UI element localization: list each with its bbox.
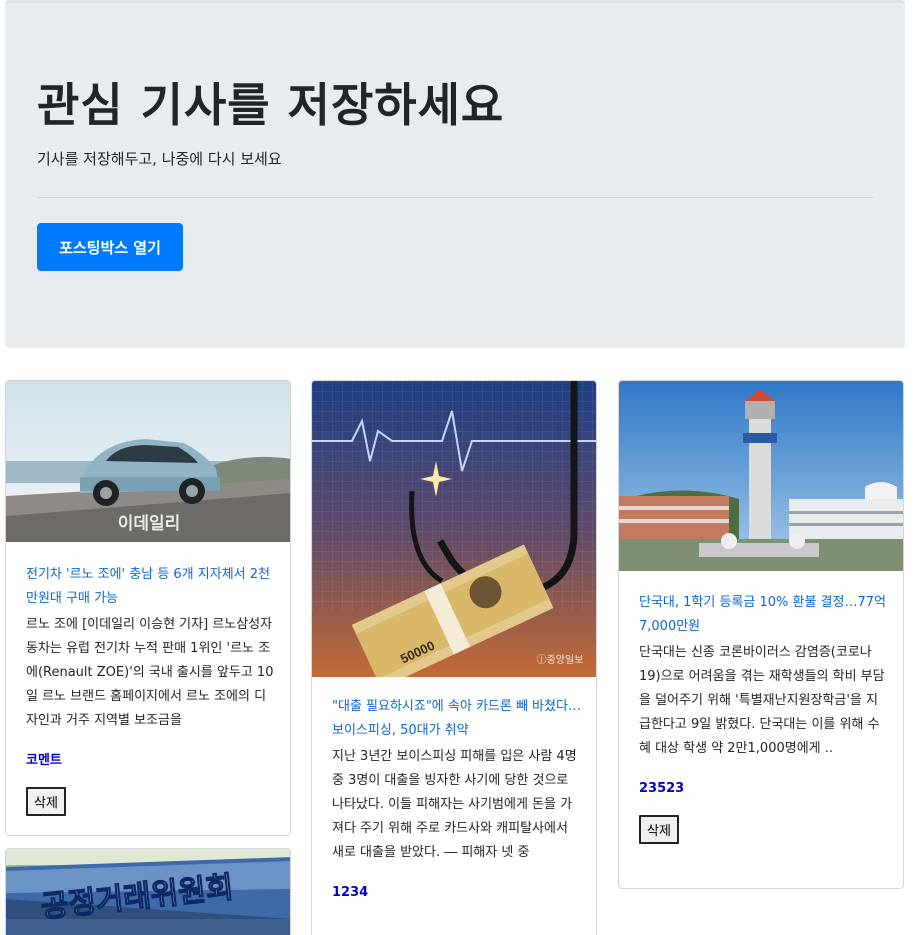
article-title-link[interactable]: 전기차 '르노 조에' 충남 등 6개 지자체서 2천만원대 구매 가능 xyxy=(26,563,276,611)
article-title-link[interactable]: 단국대, 1학기 등록금 10% 환불 결정…77억7,000만원 xyxy=(639,591,889,639)
car-photo-image: 이데일리 xyxy=(6,381,290,542)
article-card: 단국대, 1학기 등록금 10% 환불 결정…77억7,000만원 단국대는 신… xyxy=(618,380,904,889)
article-title-link[interactable]: "대출 필요하시죠"에 속아 카드론 빼 바쳤다…보이스피싱, 50대가 취약 xyxy=(332,695,582,743)
article-card: 이데일리 전기차 '르노 조에' 충남 등 6개 지자체서 2천만원대 구매 가… xyxy=(5,380,291,836)
article-comment[interactable]: 코멘트 xyxy=(26,751,276,771)
article-card: 공정거래위원회 xyxy=(5,848,291,935)
delete-button[interactable]: 삭제 xyxy=(26,787,66,816)
hero-subtitle: 기사를 저장해두고, 나중에 다시 보세요 xyxy=(37,150,282,168)
article-description: 르노 조에 [이데일리 이승현 기자] 르노삼성자동차는 유럽 전기차 누적 판… xyxy=(26,617,274,728)
article-thumbnail[interactable]: 공정거래위원회 xyxy=(6,849,290,935)
article-description: 지난 3년간 보이스피싱 피해를 입은 사람 4명 중 3명이 대출을 빙자한 … xyxy=(332,749,577,860)
article-body: "대출 필요하시죠"에 속아 카드론 빼 바쳤다…보이스피싱, 50대가 취약 … xyxy=(332,695,582,903)
article-body: 전기차 '르노 조에' 충남 등 6개 지자체서 2천만원대 구매 가능 르노 … xyxy=(26,563,276,816)
article-thumbnail[interactable]: 이데일리 xyxy=(6,381,290,542)
delete-button[interactable]: 삭제 xyxy=(639,815,679,844)
hero-title: 관심 기사를 저장하세요 xyxy=(37,78,505,132)
campus-photo-image xyxy=(619,381,903,571)
article-comment[interactable]: 1234 xyxy=(332,883,582,903)
image-watermark: ⓙ중앙일보 xyxy=(537,654,584,666)
phishing-illustration-image: 50000 ⓙ중앙일보 xyxy=(312,381,596,677)
article-thumbnail[interactable] xyxy=(619,381,903,571)
ftc-building-image: 공정거래위원회 xyxy=(6,849,290,935)
article-description: 단국대는 신종 코론바이러스 감염증(코로나19)으로 어려움을 겪는 재학생들… xyxy=(639,645,885,756)
open-posting-box-button[interactable]: 포스팅박스 열기 xyxy=(37,223,183,271)
image-watermark: 이데일리 xyxy=(118,514,181,533)
hero-jumbotron: 관심 기사를 저장하세요 기사를 저장해두고, 나중에 다시 보세요 포스팅박스… xyxy=(5,0,905,348)
article-thumbnail[interactable]: 50000 ⓙ중앙일보 xyxy=(312,381,596,677)
article-body: 단국대, 1학기 등록금 10% 환불 결정…77억7,000만원 단국대는 신… xyxy=(639,591,889,844)
article-card: 50000 ⓙ중앙일보 "대출 필요하시죠"에 속아 카드론 빼 바쳤다…보이스… xyxy=(311,380,597,935)
article-comment[interactable]: 23523 xyxy=(639,779,889,799)
hero-divider xyxy=(37,197,873,198)
